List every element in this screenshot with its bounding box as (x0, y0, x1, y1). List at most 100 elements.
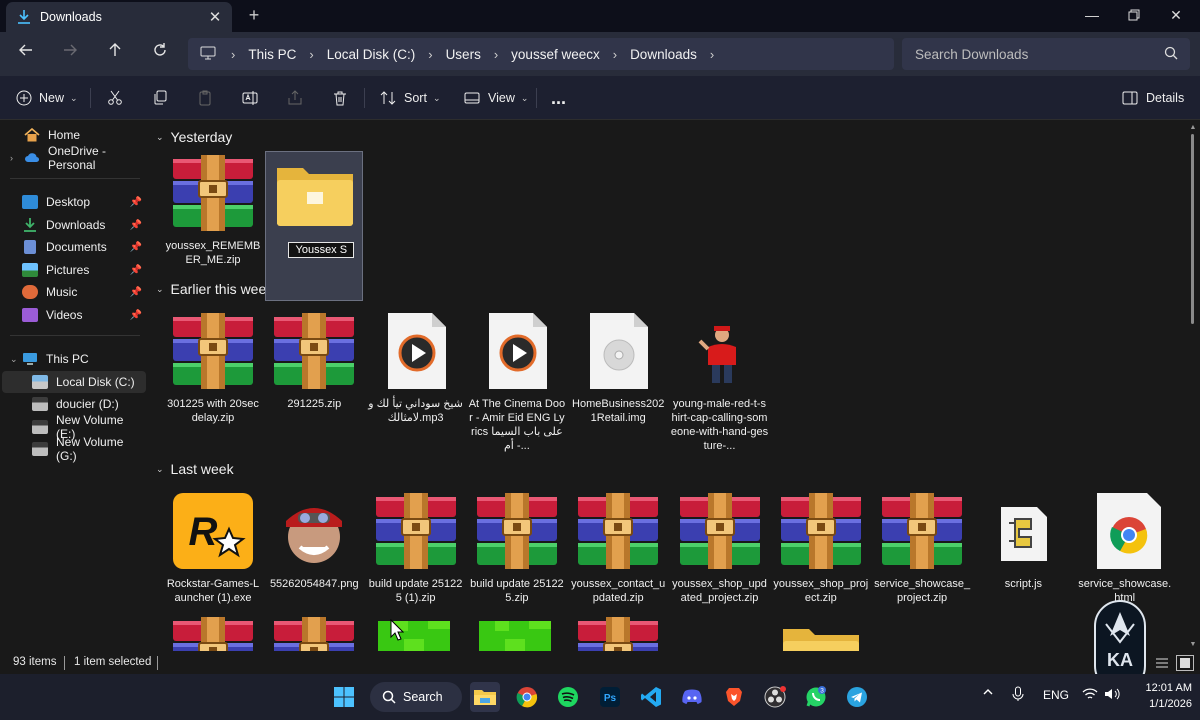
sidebar-item-downloads[interactable]: Downloads 📌 (2, 214, 146, 236)
breadcrumb-users[interactable]: Users (446, 47, 481, 62)
archive-icon[interactable] (171, 617, 255, 651)
spotify-icon[interactable] (553, 682, 583, 712)
chevron-right-icon[interactable]: › (10, 153, 13, 163)
pin-icon[interactable]: 📌 (130, 242, 142, 253)
share-icon[interactable] (287, 86, 303, 110)
sidebar-item-this-pc[interactable]: ⌄ This PC (2, 348, 146, 370)
chevron-right-icon[interactable]: › (710, 47, 714, 62)
details-view-icon[interactable] (1153, 655, 1171, 671)
photoshop-icon[interactable]: Ps (595, 682, 625, 712)
sidebar-item-videos[interactable]: Videos 📌 (2, 304, 146, 326)
refresh-icon[interactable] (148, 42, 172, 66)
telegram-icon[interactable] (842, 682, 872, 712)
discord-icon[interactable] (677, 682, 707, 712)
file-item[interactable]: At The Cinema Door - Amir Eid ENG Lyrics… (468, 309, 566, 459)
sidebar-item-drive-d[interactable]: doucier (D:) (2, 393, 146, 415)
view-button[interactable]: View ⌄ (464, 86, 528, 110)
cut-icon[interactable] (107, 86, 123, 110)
file-item[interactable]: 301225 with 20sec delay.zip (164, 309, 262, 459)
whatsapp-icon[interactable]: 3 (801, 682, 831, 712)
delete-icon[interactable] (332, 86, 348, 110)
file-item[interactable]: Youssex S (265, 151, 364, 301)
chevron-up-icon[interactable] (982, 686, 994, 701)
wifi-icon[interactable] (1082, 688, 1098, 703)
sidebar-item-onedrive[interactable]: › OneDrive - Personal (2, 144, 146, 172)
breadcrumb-this-pc[interactable]: This PC (248, 47, 296, 62)
maximize-icon[interactable] (1112, 0, 1156, 30)
paste-icon[interactable] (197, 86, 213, 110)
file-item[interactable]: service_showcase_project.zip (873, 489, 971, 639)
group-header-last-week[interactable]: ⌄ Last week (156, 461, 234, 477)
copy-icon[interactable] (152, 86, 168, 110)
taskbar-search-button[interactable]: Search (370, 682, 462, 712)
rename-input[interactable]: Youssex S (288, 242, 355, 258)
pin-icon[interactable]: 📌 (130, 265, 142, 276)
sort-button[interactable]: Sort ⌄ (380, 86, 440, 110)
archive-icon[interactable] (272, 617, 356, 651)
back-icon[interactable] (14, 42, 38, 66)
sidebar-item-music[interactable]: Music 📌 (2, 281, 146, 303)
file-explorer-icon[interactable] (470, 682, 500, 712)
minimize-icon[interactable]: — (1070, 0, 1114, 30)
archive-icon[interactable] (576, 617, 660, 651)
rename-icon[interactable] (242, 86, 258, 110)
microphone-icon[interactable] (1012, 686, 1024, 705)
image-thumbnail[interactable] (374, 617, 458, 651)
chevron-down-icon[interactable]: ⌄ (156, 464, 164, 475)
forward-icon[interactable] (58, 42, 82, 66)
sidebar-item-label: Desktop (46, 195, 91, 209)
scroll-down-icon[interactable]: ▼ (1189, 641, 1197, 648)
pin-icon[interactable]: 📌 (130, 287, 142, 298)
language-indicator[interactable]: ENG (1043, 688, 1069, 702)
volume-icon[interactable] (1104, 688, 1120, 703)
pin-icon[interactable]: 📌 (130, 197, 142, 208)
file-item[interactable]: HomeBusiness2021Retail.img (569, 309, 667, 459)
sidebar-item-documents[interactable]: Documents 📌 (2, 236, 146, 258)
new-button[interactable]: New ⌄ (16, 86, 78, 110)
details-button[interactable]: Details (1122, 86, 1184, 110)
close-icon[interactable]: ✕ (204, 8, 226, 26)
window-close-icon[interactable]: ✕ (1154, 0, 1198, 30)
file-item[interactable]: youssex_REMEMBER_ME.zip (164, 151, 262, 301)
address-row: › This PC › Local Disk (C:) › Users › yo… (0, 32, 1200, 76)
group-header-yesterday[interactable]: ⌄ Yesterday (156, 129, 232, 145)
file-item[interactable]: young-male-red-t-shirt-cap-calling-someo… (671, 309, 769, 459)
folder-icon[interactable] (779, 617, 863, 651)
large-icons-view-icon[interactable] (1176, 655, 1194, 671)
pictures-icon (22, 263, 38, 277)
scrollbar-thumb[interactable] (1191, 134, 1194, 324)
sidebar-item-local-disk-c[interactable]: Local Disk (C:) (2, 371, 146, 393)
sidebar-item-pictures[interactable]: Pictures 📌 (2, 259, 146, 281)
image-thumbnail[interactable] (475, 617, 559, 651)
breadcrumb-local-disk[interactable]: Local Disk (C:) (327, 47, 416, 62)
more-options-button[interactable]: ... (551, 86, 566, 110)
chrome-icon[interactable] (512, 682, 542, 712)
sidebar-item-drive-g[interactable]: New Volume (G:) (2, 435, 146, 463)
sidebar-item-label: Pictures (46, 263, 90, 277)
pin-icon[interactable]: 📌 (130, 220, 142, 231)
pin-icon[interactable]: 📌 (130, 310, 142, 321)
plus-icon[interactable]: + (244, 5, 264, 26)
file-item[interactable]: 291225.zip (265, 309, 363, 459)
sidebar-item-home[interactable]: Home (2, 124, 146, 146)
file-item[interactable]: script.js (974, 489, 1072, 639)
chevron-down-icon[interactable]: ⌄ (156, 284, 164, 295)
file-item[interactable]: شيخ سوداني تيأ لك ولامثالك.mp3 (367, 309, 465, 459)
search-input[interactable]: Search Downloads (902, 38, 1190, 70)
start-icon[interactable] (329, 682, 359, 712)
breadcrumb-user[interactable]: youssef weecx (511, 47, 600, 62)
brave-icon[interactable] (719, 682, 749, 712)
tab-downloads[interactable]: Downloads ✕ (6, 2, 232, 32)
sidebar-item-desktop[interactable]: Desktop 📌 (2, 191, 146, 213)
scroll-up-icon[interactable]: ▲ (1189, 124, 1197, 131)
obs-icon[interactable] (760, 682, 790, 712)
vscode-icon[interactable] (636, 682, 666, 712)
vertical-scrollbar[interactable]: ▲ ▼ (1189, 124, 1197, 648)
chevron-down-icon[interactable]: ⌄ (10, 354, 18, 365)
clock[interactable]: 12:01 AM 1/1/2026 (1128, 680, 1192, 712)
file-item[interactable]: youssex_shop_updated_project.zip (671, 489, 769, 639)
chevron-down-icon[interactable]: ⌄ (156, 132, 164, 143)
breadcrumb-downloads[interactable]: Downloads (630, 47, 697, 62)
address-bar[interactable]: › This PC › Local Disk (C:) › Users › yo… (188, 38, 894, 70)
up-icon[interactable] (103, 42, 127, 66)
